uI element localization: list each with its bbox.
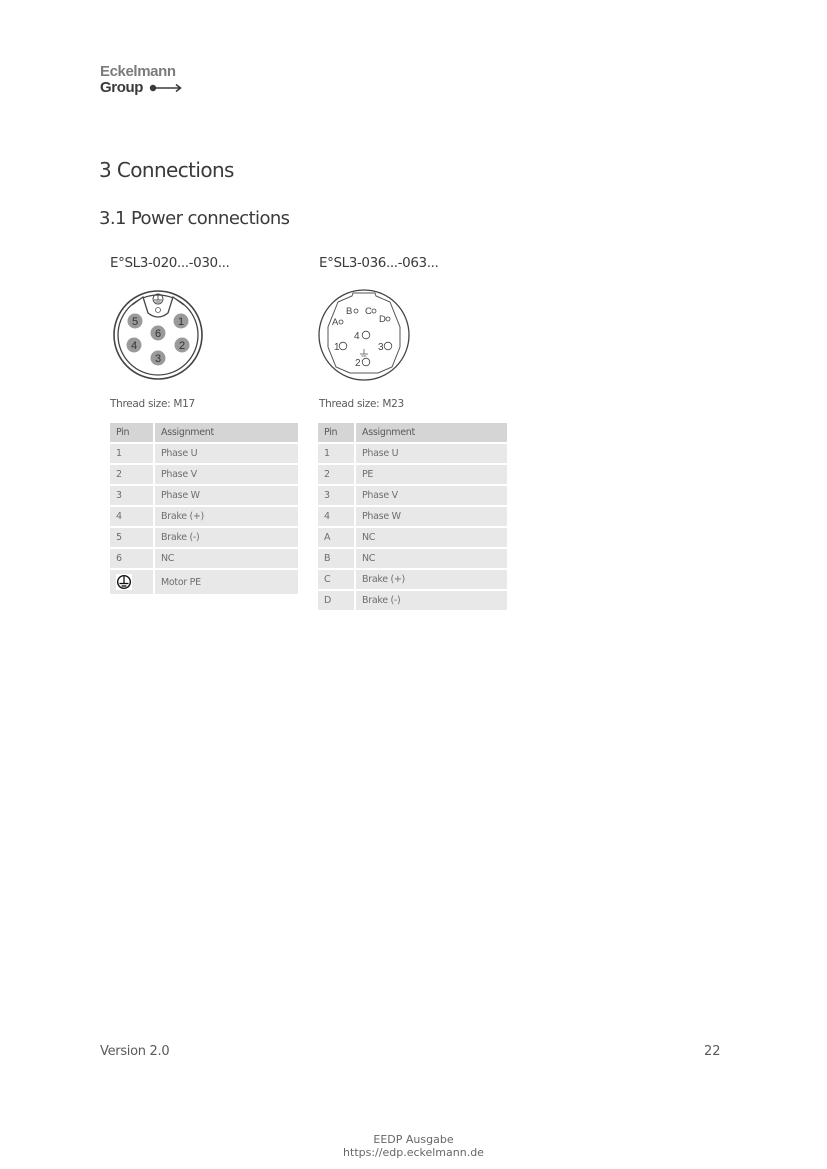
table-row: 6 NC [110,549,298,570]
ground-icon [116,574,132,590]
assignment-cell: PE [356,465,507,486]
edp-stamp: EEDP Ausgabe https://edp.eckelmann.de [0,1133,827,1159]
pin-cell: 4 [110,507,155,528]
table-row: 4 Brake (+) [110,507,298,528]
pin-cell: 4 [318,507,356,528]
pin-cell: 6 [110,549,155,570]
svg-text:B: B [346,306,352,317]
pin-6: 6 [150,325,166,341]
pin-cell: 1 [318,444,356,465]
table-row: 5 Brake (-) [110,528,298,549]
header-pin: Pin [318,423,356,444]
variant-title: E°SL3-036...-063... [319,255,439,271]
pin-table-m23: Pin Assignment 1 Phase U 2 PE 3 Phase V 4 Ph… [318,423,507,612]
svg-text:3: 3 [378,342,384,353]
header-pin: Pin [110,423,155,444]
table-row: 2 PE [318,465,507,486]
section-title: 3.1 Power connections [99,208,290,229]
header-assignment: Assignment [155,423,298,444]
arrow-right-icon [149,83,182,93]
table-row: D Brake (-) [318,591,507,612]
assignment-cell: Phase V [155,465,298,486]
table-row: B NC [318,549,507,570]
pin-4: 4 [126,337,142,353]
svg-text:2: 2 [355,358,361,369]
assignment-cell: Brake (+) [155,507,298,528]
pin-cell: C [318,570,356,591]
footer-version: Version 2.0 [100,1044,170,1059]
table-row: 4 Phase W [318,507,507,528]
table-row: Motor PE [110,570,298,596]
thread-size: Thread size: M17 [110,398,195,410]
table-row: 3 Phase W [110,486,298,507]
pin-cell: 3 [318,486,356,507]
page-number: 22 [704,1044,721,1059]
m17-connector-diagram: 5 1 6 4 2 3 [113,290,203,380]
thread-size: Thread size: M23 [319,398,404,410]
assignment-cell: Phase U [155,444,298,465]
svg-text:5: 5 [132,316,138,328]
pin-1: 1 [173,313,189,329]
assignment-cell: Phase W [356,507,507,528]
table-row: 3 Phase V [318,486,507,507]
svg-text:A: A [332,317,339,328]
stamp-line1: EEDP Ausgabe [373,1133,454,1146]
assignment-cell: Motor PE [155,570,298,596]
assignment-cell: NC [356,549,507,570]
assignment-cell: NC [155,549,298,570]
pin-cell: 1 [110,444,155,465]
assignment-cell: Phase W [155,486,298,507]
table-row: 1 Phase U [318,444,507,465]
pin-5: 5 [127,313,143,329]
assignment-cell: Brake (-) [356,591,507,612]
stamp-url: https://edp.eckelmann.de [343,1146,484,1159]
svg-text:4: 4 [131,340,137,352]
logo-line2: Group [100,79,143,96]
pin-table-m17: Pin Assignment 1 Phase U 2 Phase V 3 Phase … [110,423,298,596]
pin-2: 2 [174,337,190,353]
page-title: 3 Connections [99,158,234,182]
assignment-cell: Phase V [356,486,507,507]
table-header: Pin Assignment [110,423,298,444]
pin-cell: D [318,591,356,612]
svg-text:4: 4 [354,331,360,342]
logo-line1: Eckelmann [100,63,176,80]
company-logo: Eckelmann Group [100,64,183,96]
table-header: Pin Assignment [318,423,507,444]
pin-cell [110,570,155,596]
pin-cell: 2 [318,465,356,486]
pin-cell: 3 [110,486,155,507]
m23-connector-diagram: B C D A 4 1 3 2 [318,289,410,381]
svg-text:2: 2 [179,340,185,352]
svg-text:D: D [379,314,386,325]
header-assignment: Assignment [356,423,507,444]
table-row: 1 Phase U [110,444,298,465]
table-row: A NC [318,528,507,549]
svg-text:6: 6 [155,328,161,340]
pin-cell: 2 [110,465,155,486]
pin-3: 3 [150,350,166,366]
svg-text:3: 3 [155,353,161,365]
assignment-cell: Brake (-) [155,528,298,549]
variant-title: E°SL3-020...-030... [110,255,230,271]
pin-cell: 5 [110,528,155,549]
table-row: 2 Phase V [110,465,298,486]
assignment-cell: Phase U [356,444,507,465]
pin-cell: B [318,549,356,570]
svg-text:C: C [365,306,372,317]
assignment-cell: Brake (+) [356,570,507,591]
assignment-cell: NC [356,528,507,549]
svg-text:1: 1 [178,316,184,328]
table-row: C Brake (+) [318,570,507,591]
pin-cell: A [318,528,356,549]
